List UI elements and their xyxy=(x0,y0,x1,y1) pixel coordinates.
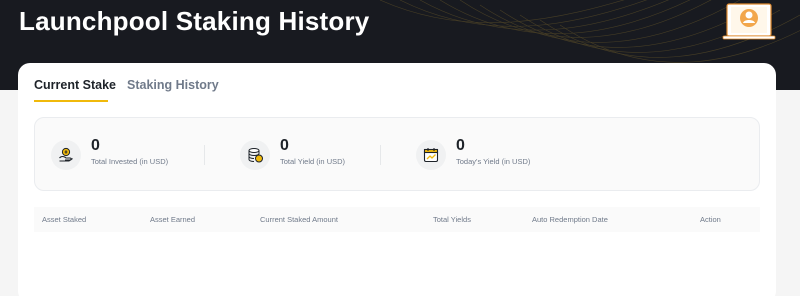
column-header-asset-earned: Asset Earned xyxy=(150,215,196,224)
tab-current-stake[interactable]: Current Stake xyxy=(34,78,116,92)
stat-label: Total Yield (in USD) xyxy=(280,157,346,166)
stat-divider xyxy=(204,145,205,165)
stat-value: 0 xyxy=(280,137,289,154)
staking-card: Current Stake Staking History 0 Total In… xyxy=(18,63,776,296)
coin-stack-icon xyxy=(240,140,270,170)
active-tab-indicator xyxy=(34,100,108,102)
column-header-auto-redemption-date: Auto Redemption Date xyxy=(532,215,608,224)
stat-label: Today's Yield (in USD) xyxy=(456,157,531,166)
calendar-chart-icon xyxy=(416,140,446,170)
column-header-current-staked-amount: Current Staked Amount xyxy=(260,215,338,224)
hand-coin-icon xyxy=(51,140,81,170)
user-avatar-illustration xyxy=(722,3,776,40)
stat-value: 0 xyxy=(456,137,465,154)
stat-label: Total Invested (in USD) xyxy=(91,157,169,166)
stat-value: 0 xyxy=(91,137,100,154)
table-header-row: Asset Staked Asset Earned Current Staked… xyxy=(34,207,760,232)
page-title: Launchpool Staking History xyxy=(19,6,370,36)
column-header-action: Action xyxy=(700,215,721,224)
column-header-asset-staked: Asset Staked xyxy=(42,215,87,224)
stats-summary-panel: 0 Total Invested (in USD) 0 Total Yield … xyxy=(34,117,760,191)
tab-staking-history[interactable]: Staking History xyxy=(127,78,219,92)
column-header-total-yields: Total Yields xyxy=(433,215,471,224)
stat-divider xyxy=(380,145,381,165)
